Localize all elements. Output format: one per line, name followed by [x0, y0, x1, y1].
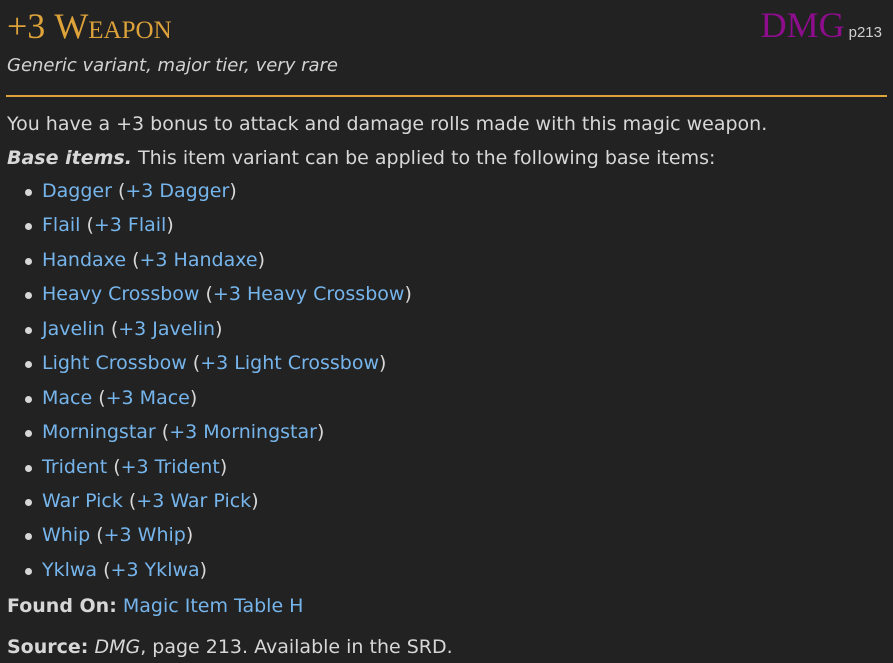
bullet-icon [25, 257, 32, 265]
base-item: Trident (+3 Trident) [0, 456, 412, 490]
base-item: Mace (+3 Mace) [0, 387, 412, 421]
source-line: Source: DMG, page 213. Available in the … [7, 636, 453, 658]
variant-item-link[interactable]: +3 Light Crossbow [200, 352, 379, 374]
base-item-link[interactable]: Handaxe [42, 249, 126, 271]
base-item: Light Crossbow (+3 Light Crossbow) [0, 352, 412, 386]
title-prefix: +3 [7, 6, 55, 46]
title-word: Weapon [54, 6, 172, 46]
bullet-icon [25, 395, 32, 403]
bullet-icon [25, 326, 32, 334]
source-page-number: p213 [848, 24, 882, 41]
base-item-link[interactable]: Mace [42, 387, 92, 409]
base-items-label: Base items. [7, 147, 132, 169]
base-item-link[interactable]: Morningstar [42, 421, 156, 443]
bullet-icon [25, 292, 32, 300]
header-divider [6, 95, 887, 97]
base-item: Javelin (+3 Javelin) [0, 318, 412, 352]
bullet-icon [25, 223, 32, 231]
variant-item-link[interactable]: +3 Handaxe [139, 249, 257, 271]
base-items-intro: Base items. This item variant can be app… [7, 147, 715, 169]
source-rest: , page 213. Available in the SRD. [140, 636, 453, 658]
bullet-icon [25, 464, 32, 472]
variant-item-link[interactable]: +3 Morningstar [169, 421, 317, 443]
bullet-icon [25, 498, 32, 506]
variant-item-link[interactable]: +3 Dagger [125, 180, 229, 202]
item-header: +3 Weapon DMG p213 [7, 2, 886, 50]
variant-item-link[interactable]: +3 War Pick [136, 490, 251, 512]
base-item: Handaxe (+3 Handaxe) [0, 249, 412, 283]
bullet-icon [25, 430, 32, 438]
variant-item-link[interactable]: +3 Javelin [118, 318, 215, 340]
item-description: You have a +3 bonus to attack and damage… [7, 113, 768, 135]
base-item: Yklwa (+3 Yklwa) [0, 559, 412, 593]
base-item-link[interactable]: Heavy Crossbow [42, 283, 199, 305]
source-book: DMG [94, 636, 141, 658]
item-subtitle: Generic variant, major tier, very rare [7, 55, 338, 76]
base-item-link[interactable]: Javelin [42, 318, 105, 340]
base-item: Flail (+3 Flail) [0, 214, 412, 248]
found-on: Found On: Magic Item Table H [7, 595, 303, 617]
source-tag[interactable]: DMG p213 [761, 4, 882, 46]
variant-item-link[interactable]: +3 Mace [106, 387, 190, 409]
source-label: Source: [7, 636, 89, 658]
variant-item-link[interactable]: +3 Trident [121, 456, 220, 478]
bullet-icon [25, 533, 32, 541]
found-on-link[interactable]: Magic Item Table H [123, 595, 304, 617]
variant-item-link[interactable]: +3 Whip [104, 524, 186, 546]
bullet-icon [25, 567, 32, 575]
base-item-link[interactable]: Dagger [42, 180, 112, 202]
base-item-link[interactable]: Whip [42, 524, 90, 546]
found-on-label: Found On: [7, 595, 117, 617]
item-title: +3 Weapon [7, 5, 172, 47]
bullet-icon [25, 361, 32, 369]
variant-item-link[interactable]: +3 Yklwa [111, 559, 200, 581]
variant-item-link[interactable]: +3 Flail [94, 214, 166, 236]
base-items-list: Dagger (+3 Dagger) Flail (+3 Flail) Handax… [0, 180, 412, 593]
base-item: Whip (+3 Whip) [0, 524, 412, 558]
base-item-link[interactable]: Flail [42, 214, 80, 236]
base-item: War Pick (+3 War Pick) [0, 490, 412, 524]
base-item-link[interactable]: War Pick [42, 490, 123, 512]
base-item: Heavy Crossbow (+3 Heavy Crossbow) [0, 283, 412, 317]
source-abbreviation[interactable]: DMG [761, 5, 845, 45]
base-item-link[interactable]: Trident [42, 456, 107, 478]
base-item: Dagger (+3 Dagger) [0, 180, 412, 214]
base-item: Morningstar (+3 Morningstar) [0, 421, 412, 455]
variant-item-link[interactable]: +3 Heavy Crossbow [213, 283, 405, 305]
bullet-icon [25, 189, 32, 196]
base-item-link[interactable]: Yklwa [42, 559, 97, 581]
base-items-text: This item variant can be applied to the … [137, 147, 716, 169]
base-item-link[interactable]: Light Crossbow [42, 352, 187, 374]
